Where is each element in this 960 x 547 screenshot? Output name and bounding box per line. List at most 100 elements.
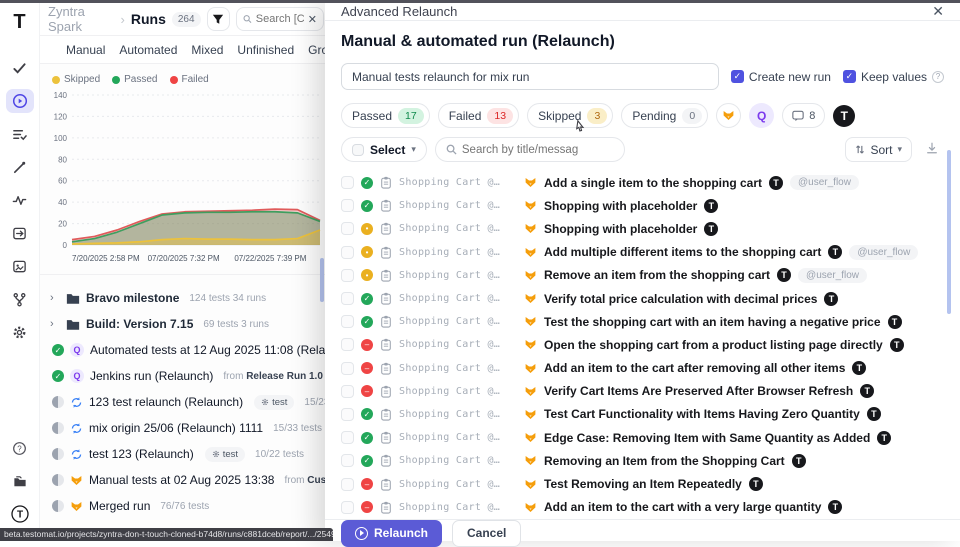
chevron-right-icon[interactable]: ›	[50, 318, 60, 330]
test-tag-chip[interactable]: test	[205, 447, 245, 462]
test-row[interactable]: ✓Shopping Cart @…Edge Case: Removing Ite…	[341, 426, 944, 449]
app-logo-icon[interactable]: T	[13, 11, 25, 34]
pulse-icon[interactable]	[6, 188, 34, 212]
row-checkbox[interactable]	[341, 338, 354, 351]
help-circle-icon[interactable]: ?	[932, 71, 944, 83]
breadcrumb-project[interactable]: Zyntra Spark	[48, 4, 115, 34]
status-chip-pending[interactable]: Pending0	[621, 103, 708, 128]
modal-scrollbar-thumb[interactable]	[947, 150, 951, 314]
test-title[interactable]: Verify total price calculation with deci…	[544, 292, 817, 306]
tree-row[interactable]: test 123 (Relaunch)test10/22 tests	[50, 441, 332, 467]
close-icon[interactable]: ✕	[932, 3, 944, 20]
test-title[interactable]: Add a single item to the shopping cart	[544, 176, 762, 190]
user-flow-tag[interactable]: @user_flow	[849, 245, 918, 260]
checkbox-checked-icon[interactable]: ✓	[843, 70, 856, 83]
tree-run-title[interactable]: Manual tests at 02 Aug 2025 13:38	[89, 473, 274, 487]
test-tag-chip[interactable]: test	[254, 395, 294, 410]
tree-row[interactable]: Merged run76/76 tests	[50, 493, 332, 519]
test-title[interactable]: Remove an item from the shopping cart	[544, 268, 770, 282]
test-title[interactable]: Add an item to the cart after removing a…	[544, 361, 845, 375]
tree-run-title[interactable]: mix origin 25/06 (Relaunch) 1111	[89, 421, 263, 435]
test-row[interactable]: –Shopping Cart @…Add an item to the cart…	[341, 496, 944, 519]
test-row[interactable]: –Shopping Cart @…Add an item to the cart…	[341, 357, 944, 380]
tree-row[interactable]: ✓QJenkins run (Relaunch)from Release Run…	[50, 363, 332, 389]
test-search-box[interactable]	[435, 137, 625, 162]
download-icon[interactable]	[920, 141, 944, 159]
export-box-icon[interactable]	[6, 221, 34, 245]
row-checkbox[interactable]	[341, 292, 354, 305]
tab-mixed[interactable]: Mixed	[191, 43, 223, 57]
test-title[interactable]: Verify Cart Items Are Preserved After Br…	[544, 384, 853, 398]
status-chip-skipped[interactable]: Skipped3	[527, 103, 613, 128]
row-checkbox[interactable]	[341, 501, 354, 514]
tree-row[interactable]: ›Build: Version 7.1569 tests 3 runs	[50, 311, 332, 337]
tree-folder-title[interactable]: Build: Version 7.15	[86, 317, 193, 331]
user-flow-tag[interactable]: @user_flow	[798, 268, 867, 283]
test-row[interactable]: ✓Shopping Cart @…Test the shopping cart …	[341, 310, 944, 333]
row-checkbox[interactable]	[341, 454, 354, 467]
test-row[interactable]: ✓Shopping Cart @…Verify total price calc…	[341, 287, 944, 310]
test-title[interactable]: Shopping with placeholder	[544, 199, 697, 213]
test-search-input[interactable]	[462, 144, 612, 156]
tree-run-title[interactable]: Merged run	[89, 499, 150, 513]
tree-run-title[interactable]: 123 test relaunch (Relaunch)	[89, 395, 243, 409]
test-row[interactable]: –Shopping Cart @…Verify Cart Items Are P…	[341, 380, 944, 403]
tree-row[interactable]: ✓QAutomated tests at 12 Aug 2025 11:08 (…	[50, 337, 332, 363]
status-chip-failed[interactable]: Failed13	[438, 103, 519, 128]
tree-folder-title[interactable]: Bravo milestone	[86, 291, 179, 305]
cancel-button[interactable]: Cancel	[452, 520, 521, 547]
test-title[interactable]: Removing an Item from the Shopping Cart	[544, 454, 785, 468]
relaunch-button[interactable]: Relaunch	[341, 520, 442, 547]
test-title[interactable]: Test Removing an Item Repeatedly	[544, 477, 742, 491]
row-checkbox[interactable]	[341, 176, 354, 189]
test-row[interactable]: ✓Shopping Cart @…Add a single item to th…	[341, 171, 944, 194]
chevron-right-icon[interactable]: ›	[50, 292, 60, 304]
row-checkbox[interactable]	[341, 315, 354, 328]
create-new-run-checkbox[interactable]: ✓ Create new run	[731, 70, 831, 84]
settings-gear-icon[interactable]	[6, 320, 34, 344]
run-name-input[interactable]	[341, 63, 719, 90]
test-title[interactable]: Add multiple different items to the shop…	[544, 245, 821, 259]
help-icon[interactable]: ?	[6, 436, 34, 460]
runs-nav-icon[interactable]	[6, 89, 34, 113]
row-checkbox[interactable]	[341, 431, 354, 444]
branch-icon[interactable]	[6, 287, 34, 311]
test-row[interactable]: ✓Shopping Cart @…Test Cart Functionality…	[341, 403, 944, 426]
tasks-icon[interactable]	[6, 122, 34, 146]
user-avatar[interactable]: T	[833, 105, 855, 127]
test-title[interactable]: Add an item to the cart with a very larg…	[544, 500, 821, 514]
filter-funnel-button[interactable]	[207, 7, 230, 31]
row-checkbox[interactable]	[341, 478, 354, 491]
test-title[interactable]: Edge Case: Removing Item with Same Quant…	[544, 431, 870, 445]
sort-button[interactable]: Sort ▾	[845, 137, 912, 162]
left-scrollbar-thumb[interactable]	[320, 258, 324, 302]
tree-run-title[interactable]: Jenkins run (Relaunch)	[90, 369, 213, 383]
checkbox-checked-icon[interactable]: ✓	[731, 70, 744, 83]
row-checkbox[interactable]	[341, 222, 354, 235]
main-search-box[interactable]: ✕	[236, 7, 324, 31]
test-row[interactable]: –Shopping Cart @…Test Removing an Item R…	[341, 472, 944, 495]
clear-search-icon[interactable]: ✕	[308, 13, 317, 26]
row-checkbox[interactable]	[341, 269, 354, 282]
row-checkbox[interactable]	[341, 199, 354, 212]
test-row[interactable]: •Shopping Cart @…Add multiple different …	[341, 241, 944, 264]
automated-filter-chip[interactable]: Q	[749, 103, 774, 128]
wand-icon[interactable]	[6, 155, 34, 179]
test-title[interactable]: Test Cart Functionality with Items Havin…	[544, 407, 860, 421]
test-title[interactable]: Test the shopping cart with an item havi…	[544, 315, 881, 329]
test-row[interactable]: ✓Shopping Cart @…Removing an Item from t…	[341, 449, 944, 472]
test-title[interactable]: Open the shopping cart from a product li…	[544, 338, 883, 352]
approvals-icon[interactable]	[6, 56, 34, 80]
user-flow-tag[interactable]: @user_flow	[790, 175, 859, 190]
fox-filter-chip[interactable]	[716, 103, 741, 128]
test-row[interactable]: ✓Shopping Cart @…Shopping with placehold…	[341, 194, 944, 217]
select-dropdown[interactable]: Select ▾	[341, 137, 427, 162]
test-row[interactable]: –Shopping Cart @…Open the shopping cart …	[341, 333, 944, 356]
keep-values-checkbox[interactable]: ✓ Keep values ?	[843, 70, 944, 84]
select-all-checkbox[interactable]	[352, 144, 364, 156]
tree-run-title[interactable]: test 123 (Relaunch)	[89, 447, 194, 461]
status-chip-passed[interactable]: Passed17	[341, 103, 430, 128]
report-image-icon[interactable]	[6, 254, 34, 278]
row-checkbox[interactable]	[341, 408, 354, 421]
test-row[interactable]: •Shopping Cart @…Remove an item from the…	[341, 264, 944, 287]
